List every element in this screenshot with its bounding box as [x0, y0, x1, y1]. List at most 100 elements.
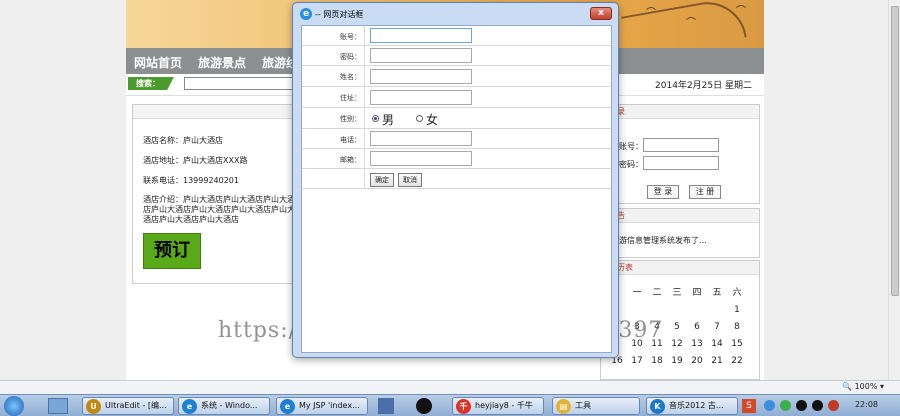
book-button[interactable]: 预订	[143, 233, 201, 269]
taskbar-clock[interactable]: 22:08	[855, 400, 878, 409]
start-button-icon[interactable]	[4, 396, 24, 416]
password-label: 密码：	[340, 53, 361, 61]
form-row-gender: 性别： 男 女	[302, 108, 611, 129]
hotel-phone: 联系电话：13999240201	[143, 176, 239, 185]
program-icon[interactable]	[378, 398, 394, 414]
task-tools[interactable]: ▤ 工具	[552, 397, 640, 415]
tray-security-icon[interactable]	[780, 400, 791, 411]
form-divider	[364, 129, 365, 148]
calendar-day[interactable]: 21	[707, 356, 727, 366]
calendar-weekday: 六	[732, 288, 742, 298]
calendar-day[interactable]: 5	[667, 322, 687, 332]
calendar-day[interactable]: 22	[727, 356, 747, 366]
folder-icon: ▤	[556, 399, 571, 414]
account-label: 账号：	[340, 33, 361, 41]
calendar-weekday: 三	[672, 288, 682, 298]
gender-male-label: 男	[382, 113, 395, 127]
ie-icon: e	[280, 399, 295, 414]
form-row-phone: 电话：	[302, 129, 611, 149]
ok-button[interactable]: 确定	[370, 173, 394, 187]
zoom-value: 100%	[854, 382, 878, 391]
form-divider	[364, 149, 365, 168]
account-input[interactable]	[370, 28, 472, 43]
calendar-day[interactable]: 18	[647, 356, 667, 366]
search-label: 搜索：	[128, 77, 174, 90]
ie-icon: e	[300, 8, 312, 20]
show-desktop-icon[interactable]	[48, 398, 68, 414]
calendar-day[interactable]: 12	[667, 339, 687, 349]
calendar-day[interactable]: 7	[707, 322, 727, 332]
form-divider	[364, 87, 365, 107]
login-panel-header: 录	[601, 105, 759, 119]
tray-flag-icon[interactable]	[828, 400, 839, 411]
form-row-actions: 确定 取消	[302, 169, 611, 189]
search-input[interactable]	[184, 77, 294, 90]
login-account-input[interactable]	[643, 138, 719, 152]
bird-icon: ⌒	[736, 6, 746, 17]
login-password-input[interactable]	[643, 156, 719, 170]
form-divider	[364, 66, 365, 86]
dialog-close-button[interactable]: x	[590, 7, 612, 20]
form-row-email: 邮箱：	[302, 149, 611, 169]
task-qianniu[interactable]: 千 heyjiay8 - 千牛	[452, 397, 544, 415]
email-input[interactable]	[370, 151, 472, 166]
calendar-day[interactable]: 17	[627, 356, 647, 366]
name-label: 姓名：	[340, 73, 361, 81]
register-button[interactable]: 注 册	[689, 185, 721, 199]
calendar-day[interactable]: 6	[687, 322, 707, 332]
task-music[interactable]: K 音乐2012 古...	[646, 397, 738, 415]
qq-icon[interactable]	[416, 398, 432, 414]
calendar-panel-header: 历表	[601, 261, 759, 275]
name-input[interactable]	[370, 69, 472, 84]
dialog-form: 账号： 密码： 姓名： 住址： 性别： 男 女 电话： 邮箱： 确定 取消	[301, 25, 612, 353]
task-jsp-index[interactable]: e My JSP 'index...	[276, 397, 368, 415]
bird-icon: ⌒	[686, 18, 696, 29]
dialog-title: -- 网页对话框	[315, 10, 364, 19]
form-divider	[364, 46, 365, 65]
calendar-day[interactable]: 19	[667, 356, 687, 366]
task-system[interactable]: e 系统 - Windo...	[178, 397, 270, 415]
calendar-day[interactable]: 8	[727, 322, 747, 332]
task-ultraedit[interactable]: U UltraEdit - [编...	[82, 397, 174, 415]
gender-female-radio[interactable]	[416, 115, 423, 122]
input-method-icon[interactable]: S	[742, 399, 756, 413]
calendar-day[interactable]: 15	[727, 339, 747, 349]
login-panel: 录 账号： 密码： 登 录 注 册	[600, 104, 760, 204]
tray-qq-icon[interactable]	[812, 400, 823, 411]
calendar-day[interactable]: 1	[727, 305, 747, 315]
calendar-weekday: 五	[712, 288, 722, 298]
password-input[interactable]	[370, 48, 472, 63]
dialog-titlebar[interactable]: e -- 网页对话框 x	[293, 3, 618, 25]
phone-input[interactable]	[370, 131, 472, 146]
calendar-day[interactable]: 20	[687, 356, 707, 366]
ie-icon: e	[182, 399, 197, 414]
gender-male-radio[interactable]	[372, 115, 379, 122]
news-panel: 告 游信息管理系统发布了…	[600, 208, 760, 258]
kugou-icon: K	[650, 399, 665, 414]
calendar-day[interactable]: 13	[687, 339, 707, 349]
news-panel-header: 告	[601, 209, 759, 223]
tray-network-icon[interactable]	[764, 400, 775, 411]
email-label: 邮箱：	[340, 156, 361, 164]
tray-qq-icon[interactable]	[796, 400, 807, 411]
phone-label: 电话：	[340, 136, 361, 144]
form-divider	[364, 26, 365, 45]
calendar-day[interactable]: 14	[707, 339, 727, 349]
nav-attractions[interactable]: 旅游景点	[198, 54, 246, 71]
nav-home[interactable]: 网站首页	[134, 54, 182, 71]
browser-status-bar: 🔍 100% ▾	[0, 380, 900, 394]
calendar-weekday: 四	[692, 288, 702, 298]
login-button[interactable]: 登 录	[647, 185, 679, 199]
ultraedit-icon: U	[86, 399, 101, 414]
news-item[interactable]: 游信息管理系统发布了…	[619, 235, 707, 246]
zoom-level[interactable]: 🔍 100% ▾	[842, 382, 884, 391]
page-scrollbar[interactable]	[888, 0, 900, 380]
qianniu-icon: 千	[456, 399, 471, 414]
address-input[interactable]	[370, 90, 472, 105]
form-divider	[364, 108, 365, 128]
scrollbar-thumb[interactable]	[891, 6, 899, 296]
hotel-address: 酒店地址：庐山大酒店XXX路	[143, 156, 248, 165]
gender-label: 性别：	[340, 115, 361, 123]
cancel-button[interactable]: 取消	[398, 173, 422, 187]
windows-taskbar: U UltraEdit - [编... e 系统 - Windo... e My JS…	[0, 394, 900, 416]
